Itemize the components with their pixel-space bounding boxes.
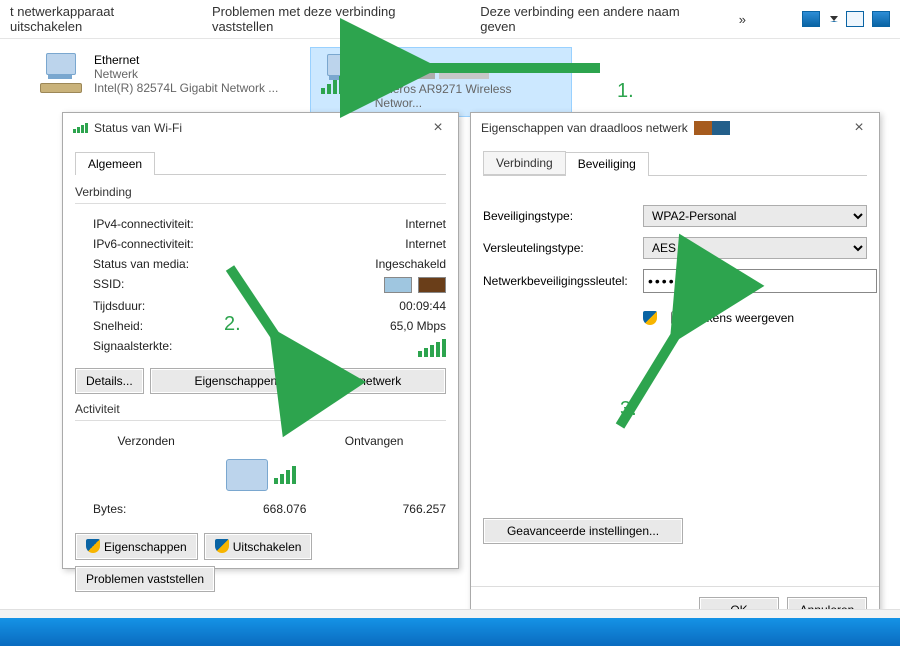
duration-label: Tijdsduur:	[75, 299, 145, 313]
wifi-icon	[321, 54, 365, 94]
close-icon[interactable]: ×	[428, 119, 448, 137]
cmd-diagnose[interactable]: Problemen met deze verbinding vaststelle…	[212, 4, 452, 34]
ipv6-label: IPv6-connectiviteit:	[75, 237, 194, 251]
shield-icon	[86, 539, 100, 553]
ssid-redacted	[384, 277, 446, 293]
disable-button[interactable]: Uitschakelen	[204, 533, 313, 560]
annotation-1: 1.	[617, 80, 634, 103]
network-key-input[interactable]	[643, 269, 877, 293]
cmd-disable[interactable]: t netwerkapparaat uitschakelen	[10, 4, 184, 34]
tab-security[interactable]: Beveiliging	[565, 152, 649, 176]
adapter-name: Ethernet	[94, 53, 278, 67]
media-label: Status van media:	[75, 257, 189, 271]
bytes-recv: 766.257	[403, 502, 446, 516]
bytes-label: Bytes:	[75, 502, 126, 516]
group-activity: Activiteit	[75, 402, 446, 416]
diagnose-button[interactable]: Problemen vaststellen	[75, 566, 215, 592]
security-type-label: Beveiligingstype:	[483, 209, 643, 223]
shield-icon	[215, 539, 229, 553]
adapter-ethernet[interactable]: Ethernet Netwerk Intel(R) 82574L Gigabit…	[30, 47, 290, 117]
media-value: Ingeschakeld	[375, 257, 446, 271]
ssid-label: SSID:	[75, 277, 124, 293]
wireless-props-dialog: Eigenschappen van draadloos netwerk × Ve…	[470, 112, 880, 634]
explorer-statusbar	[0, 609, 900, 618]
adapter-device: Atheros AR9271 Wireless Networ...	[375, 82, 561, 110]
details-button[interactable]: Details...	[75, 368, 144, 394]
ethernet-icon	[40, 53, 84, 93]
duration-value: 00:09:44	[399, 299, 446, 313]
encryption-type-label: Versleutelingstype:	[483, 241, 643, 255]
speed-label: Snelheid:	[75, 319, 143, 333]
cmd-more[interactable]: »	[739, 12, 746, 27]
close-icon[interactable]: ×	[849, 119, 869, 137]
adapter-name: Wi-Fi	[375, 54, 561, 68]
ipv4-value: Internet	[405, 217, 446, 231]
dialog-title: Eigenschappen van draadloos netwerk	[481, 121, 688, 135]
tab-general[interactable]: Algemeen	[75, 152, 155, 175]
taskbar	[0, 618, 900, 646]
cmd-rename[interactable]: Deze verbinding een andere naam geven	[480, 4, 711, 34]
annotation-3: 3.	[620, 398, 637, 421]
adapter-ssid-redacted	[375, 68, 561, 82]
network-key-label: Netwerkbeveiligingssleutel:	[483, 274, 643, 288]
group-connection: Verbinding	[75, 185, 446, 199]
bytes-sent: 668.076	[263, 502, 306, 516]
activity-icon	[75, 459, 446, 491]
adapter-wifi[interactable]: Wi-Fi Atheros AR9271 Wireless Networ...	[310, 47, 572, 117]
wifi-status-dialog: Status van Wi-Fi × Algemeen Verbinding I…	[62, 112, 459, 569]
command-bar: t netwerkapparaat uitschakelen Problemen…	[0, 0, 900, 39]
ipv4-label: IPv4-connectiviteit:	[75, 217, 194, 231]
show-chars-checkbox[interactable]	[671, 311, 685, 325]
sent-label: Verzonden	[117, 434, 174, 448]
ssid-redacted	[694, 121, 730, 135]
advanced-settings-button[interactable]: Geavanceerde instellingen...	[483, 518, 683, 544]
ipv6-value: Internet	[405, 237, 446, 251]
adapter-status: Netwerk	[94, 67, 278, 81]
show-chars-label: Tekens weergeven	[694, 311, 794, 325]
speed-value: 65,0 Mbps	[390, 319, 446, 333]
recv-label: Ontvangen	[345, 434, 404, 448]
signal-label: Signaalsterkte:	[75, 339, 172, 357]
tab-connection[interactable]: Verbinding	[483, 151, 566, 175]
shield-icon	[643, 311, 657, 325]
wireless-props-button[interactable]: Eigenschappen van draadloos netwerk	[150, 368, 446, 394]
security-type-combo[interactable]: WPA2-Personal	[643, 205, 867, 227]
view-switcher[interactable]	[802, 11, 890, 27]
signal-icon	[73, 123, 88, 133]
dialog-title: Status van Wi-Fi	[94, 121, 182, 135]
properties-button[interactable]: Eigenschappen	[75, 533, 198, 560]
encryption-type-combo[interactable]: AES	[643, 237, 867, 259]
signal-bars-icon	[418, 339, 446, 357]
annotation-2: 2.	[224, 313, 241, 336]
adapter-device: Intel(R) 82574L Gigabit Network ...	[94, 81, 278, 95]
